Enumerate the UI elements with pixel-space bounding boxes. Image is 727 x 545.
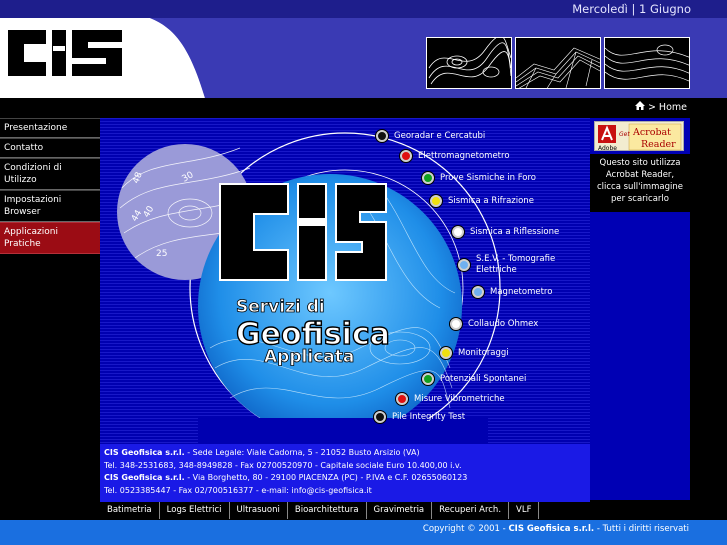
service-label: Collaudo Ohmex bbox=[468, 319, 539, 329]
bottom-nav: Batimetria Logs Elettrici Ultrasuoni Bioarc… bbox=[100, 502, 590, 519]
breadcrumb-bar: > Home bbox=[0, 98, 727, 118]
service-label: Sismica a Rifrazione bbox=[448, 196, 534, 206]
service-bullet-icon bbox=[452, 226, 464, 238]
service-bullet-icon bbox=[450, 318, 462, 330]
service-item[interactable]: Sismica a Riflessione bbox=[452, 226, 559, 238]
company-name-2: CIS Geofisica s.r.l. bbox=[104, 473, 185, 482]
service-item[interactable]: Pile Integrity Test bbox=[374, 411, 465, 423]
acrobat-reader-button[interactable]: Adobe Get Acrobat Reader bbox=[594, 121, 684, 152]
service-item[interactable]: Monitoraggi bbox=[440, 347, 509, 359]
service-label: Pile Integrity Test bbox=[392, 412, 466, 422]
service-item[interactable]: Potenziali Spontanei bbox=[422, 373, 526, 385]
breadcrumb-home-link[interactable]: > Home bbox=[648, 102, 687, 113]
bottom-nav-item[interactable]: Ultrasuoni bbox=[230, 502, 288, 519]
bottom-nav-item[interactable]: Logs Elettrici bbox=[160, 502, 230, 519]
sidebar-item-impostazioni[interactable]: Impostazioni Browser bbox=[0, 190, 100, 222]
service-item[interactable]: Magnetometro bbox=[472, 286, 552, 298]
service-label: Prove Sismiche in Foro bbox=[440, 173, 537, 183]
company-name-1: CIS Geofisica s.r.l. bbox=[104, 448, 185, 457]
main-hero: 48 30 44 40 25 Servizi di Geofisica Appl… bbox=[100, 118, 590, 444]
acrobat-product-label: Reader bbox=[641, 139, 676, 150]
service-bullet-icon bbox=[430, 195, 442, 207]
service-item[interactable]: Sismica a Rifrazione bbox=[430, 195, 534, 207]
service-bullet-icon bbox=[458, 259, 470, 271]
acrobat-brand-label: Acrobat bbox=[632, 127, 671, 138]
service-bullet-icon bbox=[376, 130, 388, 142]
copyright-bar: Copyright © 2001 - CIS Geofisica s.r.l. … bbox=[0, 520, 727, 545]
service-bullet-icon bbox=[374, 411, 386, 423]
company-phone-1: Tel. 348-2531683, 348-8949828 - Fax 0270… bbox=[104, 460, 462, 470]
service-bullet-icon bbox=[440, 347, 452, 359]
service-item[interactable]: Collaudo Ohmex bbox=[450, 318, 538, 330]
service-item[interactable]: Elettromagnetometro bbox=[400, 150, 510, 162]
service-bullet-icon bbox=[472, 286, 484, 298]
service-bullet-icon bbox=[396, 393, 408, 405]
service-bullet-icon bbox=[422, 373, 434, 385]
service-item[interactable]: Georadar e Cercatubi bbox=[376, 130, 485, 142]
service-label: Monitoraggi bbox=[458, 348, 509, 358]
service-label: Magnetometro bbox=[490, 287, 553, 297]
sidebar-item-applicazioni[interactable]: Applicazioni Pratiche bbox=[0, 222, 100, 254]
service-item[interactable]: S.E.V. - Tomografie Elettriche bbox=[458, 254, 562, 276]
company-phone-2: Tel. 0523385447 - Fax 02/700516377 - e-m… bbox=[104, 485, 372, 495]
top-bar: Mercoledì | 1 Giugno bbox=[0, 0, 727, 18]
hero-title-line3: Applicata bbox=[264, 347, 354, 367]
3d-surface-thumbnail bbox=[515, 37, 601, 89]
service-label: Georadar e Cercatubi bbox=[394, 131, 486, 141]
copyright-suffix: - Tutti i diritti riservati bbox=[594, 524, 689, 534]
sidebar-item-presentazione[interactable]: Presentazione bbox=[0, 118, 100, 138]
bottom-nav-item[interactable]: Bioarchitettura bbox=[288, 502, 367, 519]
service-label: Sismica a Riflessione bbox=[470, 227, 560, 237]
acrobat-adobe-label: Adobe bbox=[598, 145, 617, 152]
company-info: CIS Geofisica s.r.l. - Sede Legale: Vial… bbox=[100, 444, 590, 502]
contour-map-thumbnail bbox=[426, 37, 512, 89]
hero-cis-logo bbox=[219, 183, 387, 281]
copyright-company: CIS Geofisica s.r.l. bbox=[508, 524, 595, 534]
copyright-text: Copyright © 2001 - CIS Geofisica s.r.l. … bbox=[423, 524, 689, 534]
hero-title-line1: Servizi di bbox=[236, 297, 325, 317]
company-address-1: - Sede Legale: Viale Cadorna, 5 - 21052 … bbox=[184, 448, 420, 457]
service-label: S.E.V. - Tomografie Elettriche bbox=[476, 254, 556, 275]
breadcrumb[interactable]: > Home bbox=[634, 101, 687, 113]
bottom-nav-item[interactable]: Batimetria bbox=[100, 502, 160, 519]
service-bullet-icon bbox=[422, 172, 434, 184]
topographic-thumbnail bbox=[604, 37, 690, 89]
acrobat-note: Questo sito utilizza Acrobat Reader, cli… bbox=[590, 154, 690, 212]
copyright-prefix: Copyright © 2001 - bbox=[422, 524, 509, 534]
sidebar: Presentazione Contatto Condizioni di Uti… bbox=[0, 118, 100, 500]
service-item[interactable]: Misure Vibrometriche bbox=[396, 393, 505, 405]
hero-graphic: 48 30 44 40 25 Servizi di Geofisica Appl… bbox=[100, 118, 590, 444]
company-address-2: - Via Borghetto, 80 - 29100 PIACENZA (PC… bbox=[184, 473, 468, 482]
sidebar-item-condizioni[interactable]: Condizioni di Utilizzo bbox=[0, 158, 100, 190]
bottom-nav-item[interactable]: VLF bbox=[509, 502, 540, 519]
service-label: Elettromagnetometro bbox=[418, 151, 510, 161]
service-bullet-icon bbox=[400, 150, 412, 162]
home-icon[interactable] bbox=[634, 101, 645, 113]
sidebar-item-contatto[interactable]: Contatto bbox=[0, 138, 100, 158]
header-banner bbox=[0, 18, 727, 98]
bottom-nav-item[interactable]: Recuperi Arch. bbox=[432, 502, 510, 519]
bottom-nav-item[interactable]: Gravimetria bbox=[367, 502, 433, 519]
contour-label-25: 25 bbox=[156, 249, 167, 259]
service-item[interactable]: Prove Sismiche in Foro bbox=[422, 172, 536, 184]
service-label: Potenziali Spontanei bbox=[440, 374, 527, 384]
service-label: Misure Vibrometriche bbox=[414, 394, 505, 404]
acrobat-get-label: Get bbox=[619, 131, 630, 138]
date-label: Mercoledì | 1 Giugno bbox=[572, 2, 691, 16]
